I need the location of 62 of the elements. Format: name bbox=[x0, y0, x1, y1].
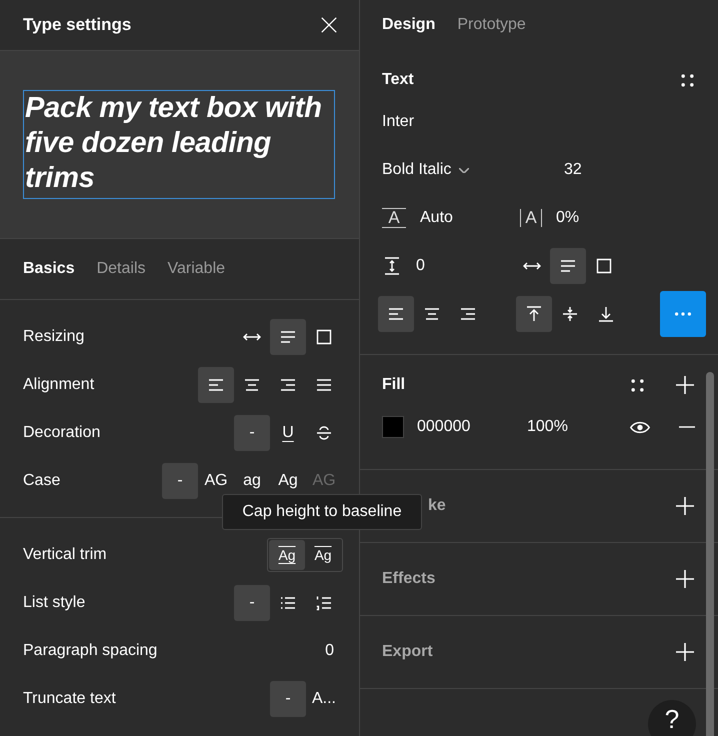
tab[interactable]: Details bbox=[96, 260, 146, 278]
paragraph-spacing-field[interactable]: 0 bbox=[416, 257, 425, 275]
auto-height-button[interactable] bbox=[550, 248, 586, 284]
help-button[interactable]: ? bbox=[648, 700, 696, 736]
add-icon[interactable] bbox=[676, 497, 694, 515]
tab[interactable]: Basics bbox=[23, 260, 75, 278]
add-icon[interactable] bbox=[676, 643, 694, 661]
styles-icon[interactable] bbox=[631, 378, 644, 392]
section-title: Export bbox=[382, 643, 433, 661]
underline-button[interactable]: U bbox=[270, 415, 306, 451]
tab[interactable]: Variable bbox=[168, 260, 226, 278]
font-family-field[interactable]: Inter bbox=[382, 113, 414, 131]
chevron-down-icon[interactable] bbox=[459, 168, 470, 172]
align-top-button[interactable] bbox=[516, 296, 552, 332]
scrollbar[interactable] bbox=[706, 372, 714, 736]
close-icon[interactable] bbox=[320, 16, 338, 34]
align-middle-icon bbox=[560, 304, 580, 324]
setting-label: Truncate text bbox=[23, 690, 116, 708]
panel-title: Type settings bbox=[23, 15, 132, 35]
align-left-button[interactable] bbox=[198, 367, 234, 403]
section-title: Effects bbox=[382, 570, 436, 588]
line-height-field[interactable]: Auto bbox=[420, 209, 453, 227]
setting-label: Case bbox=[23, 472, 60, 490]
setting-label: Vertical trim bbox=[23, 546, 107, 564]
setting-label: Paragraph spacing bbox=[23, 642, 158, 660]
option-button[interactable]: - bbox=[270, 681, 306, 717]
add-icon[interactable] bbox=[676, 570, 694, 588]
segmented-control[interactable]: Ag Ag bbox=[267, 538, 343, 572]
tab[interactable]: Prototype bbox=[457, 16, 526, 34]
font-style-field[interactable]: Bold Italic bbox=[382, 161, 452, 179]
styles-icon[interactable] bbox=[681, 74, 694, 86]
align-left-button[interactable] bbox=[378, 296, 414, 332]
eye-icon[interactable] bbox=[630, 420, 650, 434]
option-button[interactable]: - bbox=[234, 585, 270, 621]
setting-label: List style bbox=[23, 594, 86, 612]
align-top-icon bbox=[524, 304, 544, 324]
setting-label: Decoration bbox=[23, 424, 100, 442]
option-button[interactable]: A... bbox=[306, 681, 342, 717]
more-icon bbox=[675, 312, 691, 316]
paragraph-spacing-icon bbox=[382, 256, 402, 276]
hex-field[interactable]: 000000 bbox=[417, 418, 527, 436]
section-title: Fill bbox=[382, 376, 406, 394]
add-icon[interactable] bbox=[676, 376, 694, 394]
option-button[interactable]: - bbox=[234, 415, 270, 451]
align-bottom-icon bbox=[596, 304, 616, 324]
setting-label: Resizing bbox=[23, 328, 84, 346]
option-button[interactable]: - bbox=[162, 463, 198, 499]
opacity-field[interactable]: 100% bbox=[527, 418, 622, 436]
setting-label: Alignment bbox=[23, 376, 94, 394]
setting-value[interactable]: 0 bbox=[325, 642, 342, 660]
fixed-size-icon bbox=[594, 256, 614, 276]
font-size-field[interactable]: 32 bbox=[564, 161, 582, 179]
fixed-size-icon bbox=[314, 327, 334, 347]
letter-spacing-field[interactable]: 0% bbox=[556, 209, 580, 227]
preview-text: Pack my text box with five dozen leading trims bbox=[23, 90, 335, 199]
trim-option[interactable]: Ag bbox=[305, 540, 341, 570]
trim-option[interactable]: Ag bbox=[269, 540, 305, 570]
auto-height-button[interactable] bbox=[270, 319, 306, 355]
section-title: Text bbox=[382, 71, 414, 89]
tooltip: Cap height to baseline bbox=[222, 494, 422, 530]
tab[interactable]: Design bbox=[382, 16, 436, 34]
color-swatch[interactable] bbox=[382, 416, 404, 438]
